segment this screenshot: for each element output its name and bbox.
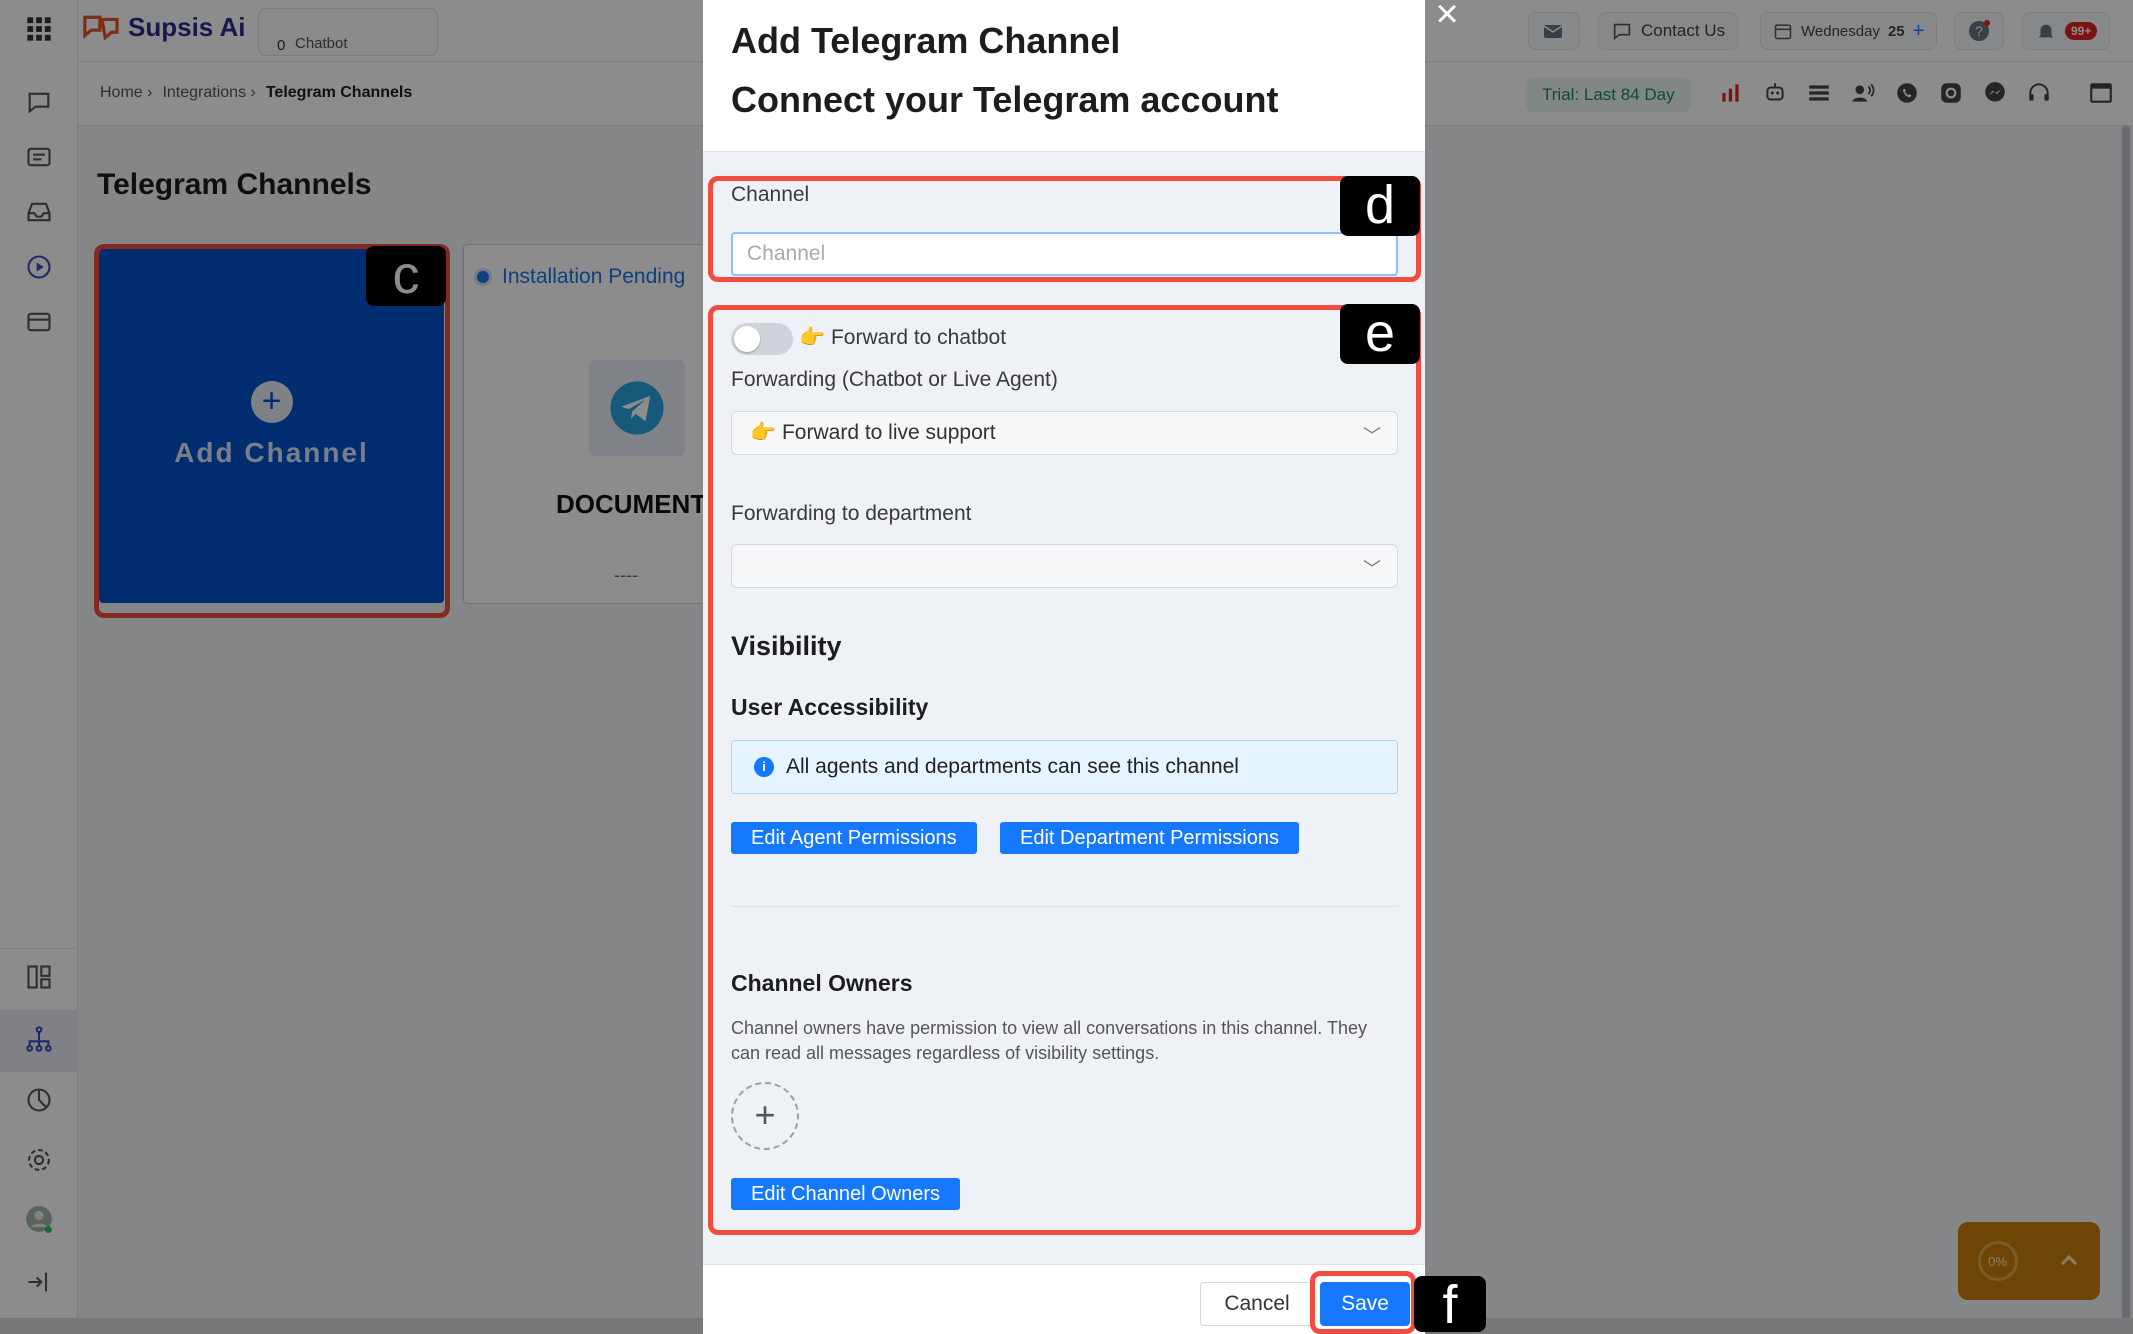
annotation-e: e [1340,304,1420,364]
annotation-d: d [1340,176,1420,236]
modal-header: Add Telegram Channel Connect your Telegr… [703,0,1425,152]
highlight-e [708,305,1421,1235]
annotation-f: f [1414,1276,1486,1334]
highlight-d [708,176,1421,282]
modal-title: Add Telegram Channel [731,20,1121,61]
modal-subtitle: Connect your Telegram account [731,79,1279,120]
cancel-button[interactable]: Cancel [1200,1282,1314,1326]
highlight-f [1310,1271,1416,1334]
close-icon[interactable]: × [1430,0,1464,34]
